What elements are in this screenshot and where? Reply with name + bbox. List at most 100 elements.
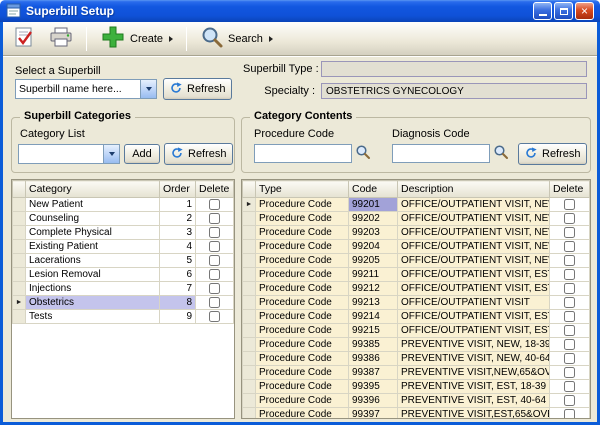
delete-cell[interactable] <box>196 282 234 296</box>
description-cell[interactable]: OFFICE/OUTPATIENT VISIT, NEW <box>398 240 550 254</box>
delete-cell[interactable] <box>550 296 590 310</box>
category-cell[interactable]: Lacerations <box>26 254 160 268</box>
content-row[interactable]: Procedure Code99387PREVENTIVE VISIT,NEW,… <box>243 366 590 380</box>
superbill-dropdown-arrow-icon[interactable] <box>140 80 156 98</box>
code-cell[interactable]: 99396 <box>349 394 398 408</box>
delete-checkbox[interactable] <box>564 353 575 364</box>
order-cell[interactable]: 2 <box>160 212 196 226</box>
delete-checkbox[interactable] <box>564 199 575 210</box>
contents-refresh-button[interactable]: Refresh <box>518 143 587 165</box>
delete-checkbox[interactable] <box>209 199 220 210</box>
description-cell[interactable]: OFFICE/OUTPATIENT VISIT, EST <box>398 268 550 282</box>
type-cell[interactable]: Procedure Code <box>256 198 349 212</box>
content-row[interactable]: Procedure Code99215OFFICE/OUTPATIENT VIS… <box>243 324 590 338</box>
delete-cell[interactable] <box>196 254 234 268</box>
delete-checkbox[interactable] <box>564 367 575 378</box>
delete-cell[interactable] <box>550 226 590 240</box>
code-cell[interactable]: 99203 <box>349 226 398 240</box>
description-cell[interactable]: PREVENTIVE VISIT,NEW,65&OVER <box>398 366 550 380</box>
description-cell[interactable]: OFFICE/OUTPATIENT VISIT, EST <box>398 282 550 296</box>
delete-cell[interactable] <box>550 240 590 254</box>
code-cell[interactable]: 99397 <box>349 408 398 420</box>
minimize-button[interactable] <box>533 2 552 20</box>
content-row[interactable]: Procedure Code99204OFFICE/OUTPATIENT VIS… <box>243 240 590 254</box>
category-cell[interactable]: Complete Physical <box>26 226 160 240</box>
delete-checkbox[interactable] <box>209 213 220 224</box>
delete-checkbox[interactable] <box>564 395 575 406</box>
procedure-code-search-button[interactable] <box>353 144 373 163</box>
type-cell[interactable]: Procedure Code <box>256 296 349 310</box>
type-cell[interactable]: Procedure Code <box>256 268 349 282</box>
delete-checkbox[interactable] <box>564 381 575 392</box>
category-cell[interactable]: Existing Patient <box>26 240 160 254</box>
delete-cell[interactable] <box>550 380 590 394</box>
delete-checkbox[interactable] <box>564 409 575 419</box>
description-cell[interactable]: PREVENTIVE VISIT,EST,65&OVER <box>398 408 550 420</box>
delete-checkbox[interactable] <box>564 297 575 308</box>
code-cell[interactable]: 99201 <box>349 198 398 212</box>
description-cell[interactable]: OFFICE/OUTPATIENT VISIT, NEW <box>398 254 550 268</box>
post-button[interactable] <box>9 24 39 53</box>
category-cell[interactable]: New Patient <box>26 198 160 212</box>
delete-cell[interactable] <box>550 198 590 212</box>
delete-cell[interactable] <box>550 212 590 226</box>
content-row[interactable]: Procedure Code99202OFFICE/OUTPATIENT VIS… <box>243 212 590 226</box>
description-cell[interactable]: PREVENTIVE VISIT, NEW, 40-64 <box>398 352 550 366</box>
description-cell[interactable]: OFFICE/OUTPATIENT VISIT <box>398 296 550 310</box>
delete-checkbox[interactable] <box>564 269 575 280</box>
delete-checkbox[interactable] <box>209 283 220 294</box>
order-column-header[interactable]: Order <box>160 181 196 198</box>
content-row[interactable]: Procedure Code99395PREVENTIVE VISIT, EST… <box>243 380 590 394</box>
type-cell[interactable]: Procedure Code <box>256 240 349 254</box>
type-cell[interactable]: Procedure Code <box>256 324 349 338</box>
delete-cell[interactable] <box>550 324 590 338</box>
type-cell[interactable]: Procedure Code <box>256 394 349 408</box>
description-cell[interactable]: OFFICE/OUTPATIENT VISIT, EST <box>398 310 550 324</box>
order-cell[interactable]: 6 <box>160 268 196 282</box>
content-row[interactable]: Procedure Code99385PREVENTIVE VISIT, NEW… <box>243 338 590 352</box>
type-cell[interactable]: Procedure Code <box>256 254 349 268</box>
delete-checkbox[interactable] <box>564 227 575 238</box>
type-cell[interactable]: Procedure Code <box>256 408 349 420</box>
code-cell[interactable]: 99212 <box>349 282 398 296</box>
delete-cell[interactable] <box>550 408 590 420</box>
order-cell[interactable]: 7 <box>160 282 196 296</box>
categories-refresh-button[interactable]: Refresh <box>164 143 233 165</box>
close-button[interactable]: × <box>575 2 594 20</box>
category-row[interactable]: Lacerations5 <box>13 254 234 268</box>
content-row[interactable]: Procedure Code99203OFFICE/OUTPATIENT VIS… <box>243 226 590 240</box>
order-cell[interactable]: 9 <box>160 310 196 324</box>
code-cell[interactable]: 99205 <box>349 254 398 268</box>
category-row[interactable]: ►Obstetrics8 <box>13 296 234 310</box>
description-cell[interactable]: PREVENTIVE VISIT, EST, 18-39 <box>398 380 550 394</box>
delete-cell[interactable] <box>550 282 590 296</box>
order-cell[interactable]: 5 <box>160 254 196 268</box>
code-cell[interactable]: 99386 <box>349 352 398 366</box>
maximize-button[interactable] <box>554 2 573 20</box>
delete-checkbox[interactable] <box>209 311 220 322</box>
content-row[interactable]: ►Procedure Code99201OFFICE/OUTPATIENT VI… <box>243 198 590 212</box>
content-row[interactable]: Procedure Code99214OFFICE/OUTPATIENT VIS… <box>243 310 590 324</box>
description-cell[interactable]: OFFICE/OUTPATIENT VISIT, EST <box>398 324 550 338</box>
category-list-dropdown[interactable] <box>18 144 120 164</box>
order-cell[interactable]: 8 <box>160 296 196 310</box>
delete-cell[interactable] <box>196 268 234 282</box>
order-cell[interactable]: 1 <box>160 198 196 212</box>
diagnosis-code-search-button[interactable] <box>491 144 511 163</box>
delete-checkbox[interactable] <box>564 325 575 336</box>
delete-cell[interactable] <box>196 296 234 310</box>
content-row[interactable]: Procedure Code99211OFFICE/OUTPATIENT VIS… <box>243 268 590 282</box>
type-cell[interactable]: Procedure Code <box>256 282 349 296</box>
category-row[interactable]: New Patient1 <box>13 198 234 212</box>
delete-cell[interactable] <box>550 268 590 282</box>
category-row[interactable]: Injections7 <box>13 282 234 296</box>
content-row[interactable]: Procedure Code99213OFFICE/OUTPATIENT VIS… <box>243 296 590 310</box>
procedure-code-input[interactable] <box>254 144 352 163</box>
delete-cell[interactable] <box>550 366 590 380</box>
description-cell[interactable]: OFFICE/OUTPATIENT VISIT, NEW <box>398 212 550 226</box>
delete-cell[interactable] <box>196 240 234 254</box>
delete-cell[interactable] <box>196 212 234 226</box>
delete-checkbox[interactable] <box>564 339 575 350</box>
description-cell[interactable]: PREVENTIVE VISIT, NEW, 18-39 <box>398 338 550 352</box>
delete-checkbox[interactable] <box>564 311 575 322</box>
